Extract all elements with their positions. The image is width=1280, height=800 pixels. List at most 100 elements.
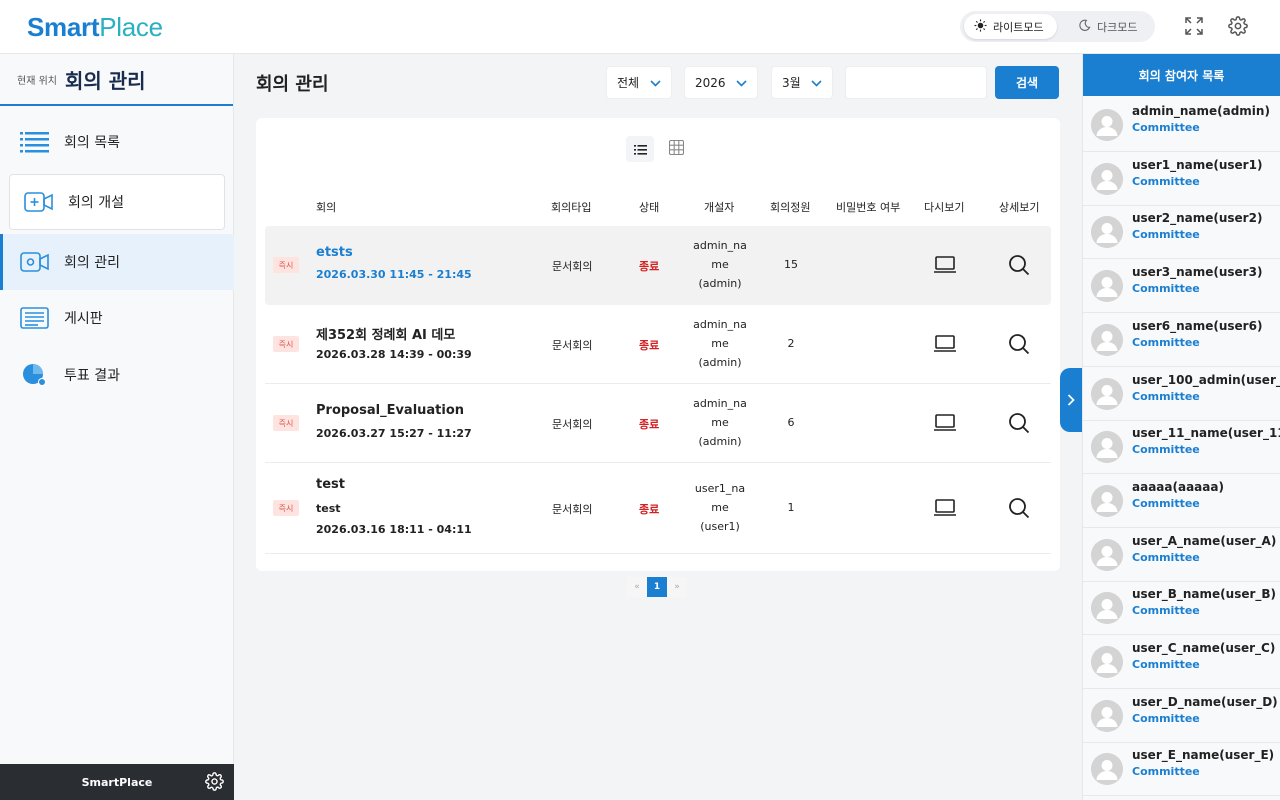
laptop-icon[interactable] [932, 411, 958, 435]
instant-badge: 즉시 [273, 415, 299, 431]
filter-type-select[interactable]: 전체 [606, 66, 672, 99]
sidebar-item-board[interactable]: 게시판 [0, 290, 234, 346]
table-row[interactable]: 즉시 제352회 정례회 AI 데모 2026.03.28 14:39 - 00… [265, 305, 1051, 384]
light-mode-button[interactable]: 라이트모드 [964, 14, 1057, 39]
video-settings-icon [20, 250, 50, 274]
participant-item[interactable]: user1_name(user1) Committee [1083, 152, 1280, 206]
footer-gear-icon[interactable] [205, 772, 224, 794]
participant-name: user_11_name(user_11) [1132, 426, 1280, 441]
participant-role: Committee [1132, 389, 1200, 403]
search-input[interactable] [845, 66, 987, 99]
participant-item[interactable]: user2_name(user2) Committee [1083, 205, 1280, 260]
participant-name: user_100_admin(user_100 [1132, 372, 1280, 387]
participant-item[interactable]: user_B_name(user_B) Committee [1083, 581, 1280, 636]
meeting-title[interactable]: etsts [316, 245, 353, 260]
avatar-icon [1091, 377, 1123, 410]
chevron-down-icon [811, 76, 822, 90]
participant-item[interactable]: admin_name(admin) Committee [1083, 98, 1280, 152]
magnifier-icon[interactable] [1006, 411, 1032, 435]
participant-name: user1_name(user1) [1132, 157, 1263, 172]
participant-item[interactable]: user_C_name(user_C) Committee [1083, 635, 1280, 689]
avatar-icon [1091, 753, 1123, 786]
dark-mode-button[interactable]: 다크모드 [1068, 14, 1150, 39]
participant-role: Committee [1132, 604, 1200, 618]
chevron-down-icon [650, 76, 661, 90]
participant-name: user_B_name(user_B) [1132, 587, 1277, 602]
meeting-creator: user1_na me (user1) [694, 482, 746, 533]
participant-role: Committee [1132, 121, 1200, 134]
meeting-subtitle: test [316, 502, 341, 515]
col-header-replay: 다시보기 [924, 201, 965, 214]
meeting-status: 종료 [639, 339, 660, 352]
sidebar-item-vote-results[interactable]: 투표 결과 [0, 347, 234, 403]
list-view-toggle[interactable] [626, 136, 654, 162]
participant-name: admin_name(admin) [1132, 104, 1270, 118]
meeting-creator: admin_na me (admin) [693, 318, 747, 369]
laptop-icon[interactable] [932, 332, 958, 356]
meeting-creator: admin_na me (admin) [693, 397, 747, 448]
app-logo[interactable]: SmartPlace [27, 12, 163, 43]
page-current[interactable]: 1 [647, 577, 667, 597]
meeting-status: 종료 [639, 260, 660, 273]
theme-toggle: 라이트모드 다크모드 [960, 11, 1155, 42]
participant-item[interactable]: user6_name(user6) Committee [1083, 313, 1280, 367]
table-row[interactable]: 즉시 test test 2026.03.16 18:11 - 04:11 문서… [265, 463, 1051, 554]
meeting-title[interactable]: Proposal_Evaluation [316, 403, 464, 418]
participant-item[interactable]: user_11_name(user_11) Committee [1083, 420, 1280, 475]
meeting-time: 2026.03.30 11:45 - 21:45 [316, 268, 472, 281]
meeting-status: 종료 [639, 418, 660, 431]
meeting-time: 2026.03.28 14:39 - 00:39 [316, 348, 472, 361]
magnifier-icon[interactable] [1006, 253, 1032, 277]
filter-year-select[interactable]: 2026 [684, 66, 758, 99]
participant-item[interactable]: user_100_admin(user_100 Committee [1083, 367, 1280, 421]
participant-name: user_C_name(user_C) [1132, 641, 1276, 655]
search-button[interactable]: 검색 [995, 66, 1059, 99]
meeting-table-panel: 회의 회의타입 상태 개설자 회의정원 비밀번호 여부 다시보기 상세보기 즉시… [256, 118, 1060, 571]
meeting-capacity: 2 [787, 337, 795, 350]
avatar-icon [1091, 270, 1123, 303]
magnifier-icon[interactable] [1006, 496, 1032, 520]
meeting-title[interactable]: 제352회 정례회 AI 데모 [316, 324, 455, 343]
current-location: 현재 위치 회의 관리 [0, 54, 233, 106]
meeting-title[interactable]: test [316, 477, 345, 492]
meeting-capacity: 15 [784, 258, 798, 271]
magnifier-icon[interactable] [1006, 332, 1032, 356]
avatar-icon [1091, 538, 1123, 571]
meeting-type: 문서회의 [552, 418, 593, 431]
sidebar-item-meeting-list[interactable]: 회의 목록 [0, 114, 234, 170]
participant-item[interactable]: user3_name(user3) Committee [1083, 259, 1280, 314]
avatar-icon [1091, 646, 1123, 678]
fullscreen-icon[interactable] [1182, 14, 1206, 38]
sidebar-item-create-meeting[interactable]: 회의 개설 [9, 174, 225, 230]
pagination: « 1 » [627, 577, 687, 597]
grid-view-toggle[interactable] [662, 136, 690, 162]
laptop-icon[interactable] [932, 253, 958, 277]
collapse-panel-handle[interactable] [1060, 368, 1082, 432]
participant-role: Committee [1132, 765, 1200, 779]
participants-panel: 회의 참여자 목록 admin_name(admin) Committee user… [1082, 54, 1280, 800]
participant-role: Committee [1132, 496, 1200, 510]
meeting-time: 2026.03.16 18:11 - 04:11 [316, 523, 472, 536]
participant-item[interactable]: aaaaa(aaaaa) Committee [1083, 474, 1280, 528]
page-next[interactable]: » [667, 577, 687, 597]
meeting-type: 문서회의 [552, 339, 593, 352]
avatar-icon [1091, 109, 1123, 141]
list-view-icon [633, 140, 647, 159]
avatar-icon [1091, 162, 1123, 195]
col-header-password: 비밀번호 여부 [836, 201, 901, 214]
participant-role: Committee [1132, 335, 1200, 349]
filter-month-select[interactable]: 3월 [771, 66, 833, 99]
laptop-icon[interactable] [932, 496, 958, 520]
sidebar-footer: SmartPlace [0, 764, 234, 800]
participant-item[interactable]: user_A_name(user_A) Committee [1083, 528, 1280, 582]
settings-gear-icon[interactable] [1226, 14, 1250, 38]
table-row[interactable]: 즉시 etsts 2026.03.30 11:45 - 21:45 문서회의 종… [265, 226, 1051, 305]
instant-badge: 즉시 [273, 257, 299, 273]
sidebar-item-meeting-manage[interactable]: 회의 관리 [0, 234, 234, 290]
location-label: 현재 위치 [17, 75, 57, 87]
participant-item[interactable]: user_E_name(user_E) Committee [1083, 742, 1280, 797]
page-prev[interactable]: « [627, 577, 647, 597]
avatar-icon [1091, 484, 1123, 517]
table-row[interactable]: 즉시 Proposal_Evaluation 2026.03.27 15:27 … [265, 384, 1051, 463]
participant-item[interactable]: user_D_name(user_D) Committee [1083, 689, 1280, 743]
